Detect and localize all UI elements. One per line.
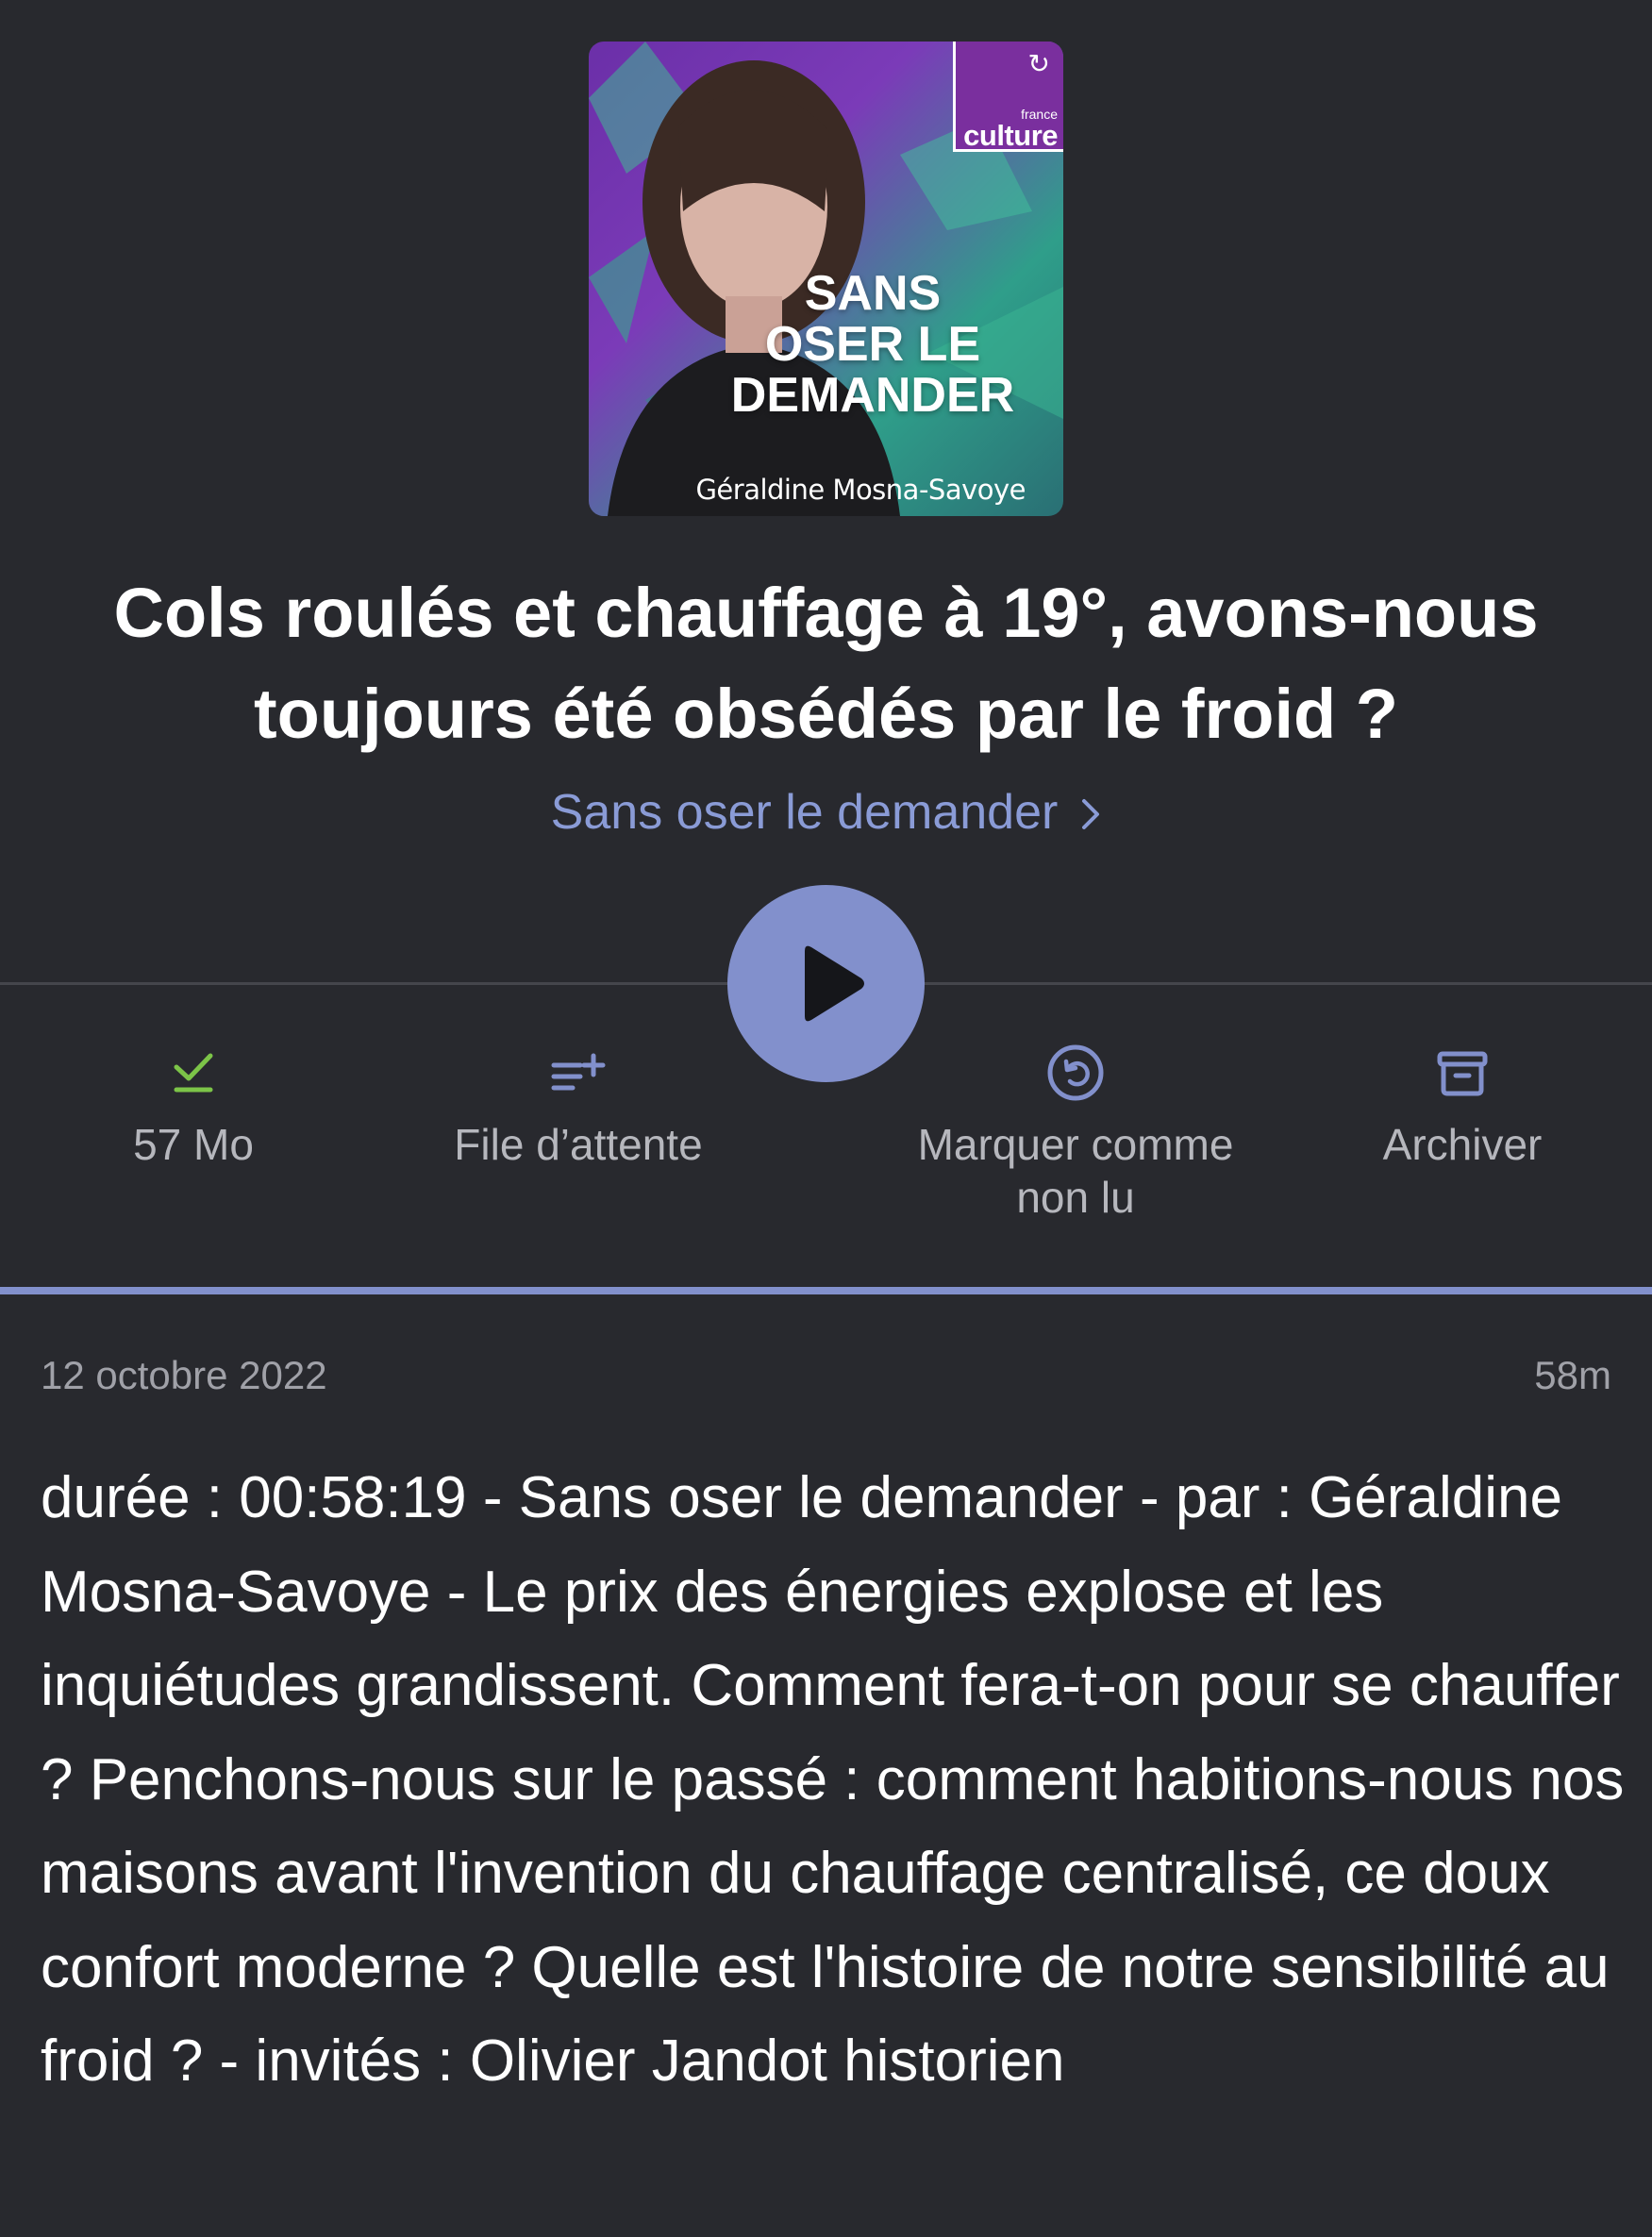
- broadcaster-label: culture: [963, 119, 1058, 152]
- mark-unread-label: Marquer comme non lu: [917, 1120, 1234, 1222]
- check-icon: [174, 1053, 213, 1093]
- download-status-button[interactable]: 57 Mo: [75, 1043, 311, 1171]
- download-size-label: 57 Mo: [133, 1120, 254, 1169]
- chevron-right-icon: [1080, 782, 1101, 848]
- podcast-link-label: Sans oser le demander: [550, 785, 1059, 840]
- archive-label: Archiver: [1382, 1120, 1543, 1169]
- queue-add-icon: [551, 1053, 606, 1091]
- podcast-link[interactable]: Sans oser le demander: [0, 779, 1652, 848]
- artwork-author: Géraldine Mosna-Savoye: [695, 474, 1026, 506]
- artwork-show-title: SANS OSER LE DEMANDER: [730, 266, 1015, 423]
- episode-title: Cols roulés et chauffage à 19°, avons-no…: [113, 574, 1539, 753]
- mark-unread-button[interactable]: Marquer comme non lu: [877, 1043, 1274, 1224]
- add-to-queue-button[interactable]: File d’attente: [406, 1043, 751, 1171]
- episode-duration: 58m: [1534, 1353, 1611, 1397]
- mark-unread-icon: [1047, 1044, 1104, 1101]
- archive-icon: [1437, 1051, 1488, 1096]
- playback-progress-bar: [0, 1287, 1652, 1294]
- broadcaster-badge: ↻ france culture: [953, 42, 1063, 152]
- archive-button[interactable]: Archiver: [1330, 1043, 1594, 1171]
- episode-description: durée : 00:58:19 - Sans oser le demander…: [41, 1465, 1625, 2094]
- podcast-artwork: ↻ france culture SANS OSER LE DEMANDER G…: [589, 42, 1063, 516]
- queue-label: File d’attente: [454, 1120, 703, 1169]
- episode-date: 12 octobre 2022: [41, 1353, 327, 1397]
- broadcaster-logo-icon: ↻: [1027, 49, 1050, 78]
